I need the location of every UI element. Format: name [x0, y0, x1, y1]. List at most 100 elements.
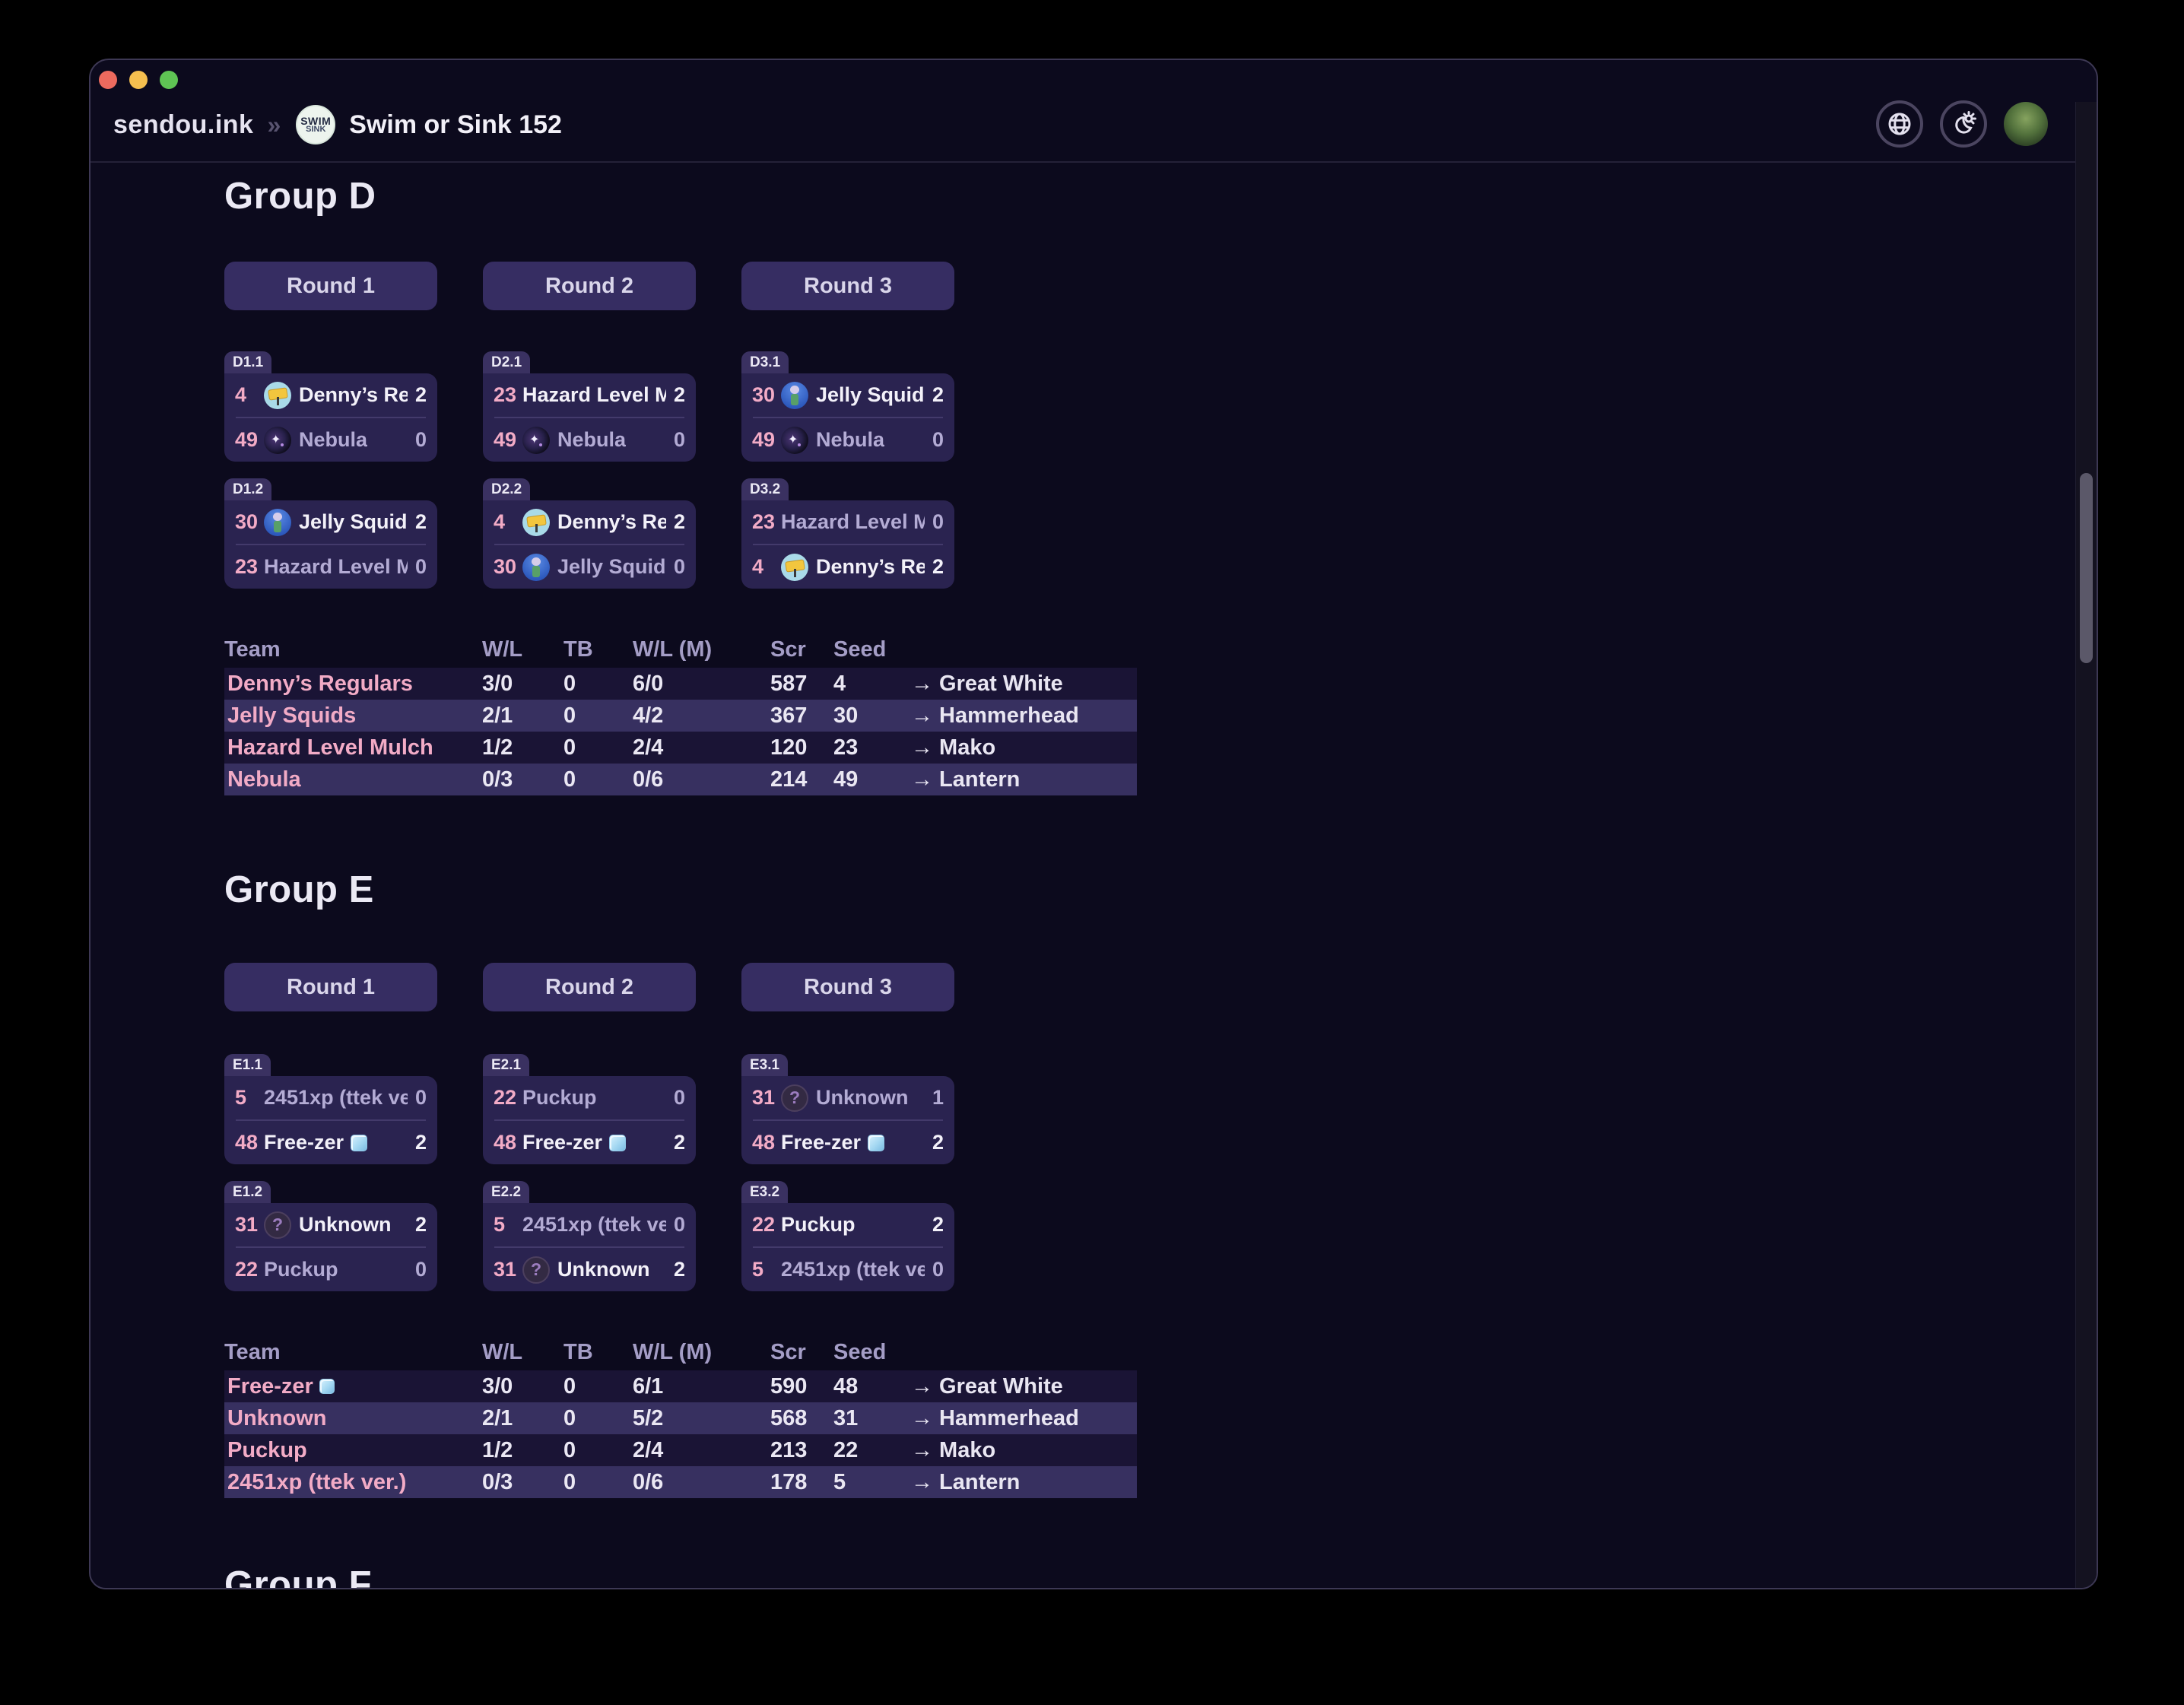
team-avatar [264, 427, 291, 454]
team-score: 2 [408, 1131, 427, 1154]
team-score: 2 [666, 383, 685, 407]
round-1-button[interactable]: Round 1 [224, 963, 437, 1011]
team-name-link[interactable]: Jelly Squids [224, 703, 482, 729]
match-card[interactable]: D1.2 30 Jelly Squids 2 23 Hazard Level M… [224, 478, 437, 589]
match-card[interactable]: D1.1 4 Denny’s Re… 2 49 Nebula 0 [224, 351, 437, 462]
seed-value: 23 [833, 735, 911, 760]
minimize-window-button[interactable] [129, 71, 148, 89]
round-2-button[interactable]: Round 2 [483, 963, 696, 1011]
brand-link[interactable]: sendou.ink [113, 110, 253, 140]
match-team-row: 22 Puckup 2 [741, 1203, 954, 1246]
team-seed: 30 [752, 383, 781, 407]
wlm-value: 0/6 [633, 767, 770, 792]
match-id-tab: E3.2 [741, 1181, 788, 1203]
wlm-value: 2/4 [633, 735, 770, 760]
team-avatar [522, 509, 550, 536]
round-3-button[interactable]: Round 3 [741, 963, 954, 1011]
scrollbar-track[interactable] [2075, 102, 2097, 1588]
team-name: Puckup [522, 1086, 597, 1110]
team-score: 0 [666, 1213, 685, 1237]
user-avatar[interactable] [2004, 102, 2048, 146]
match-card[interactable]: E1.2 31 Unknown 2 22 Puckup 0 [224, 1181, 437, 1291]
table-row: Free-zer 3/0 0 6/1 590 48 → Great White [224, 1370, 1137, 1402]
team-avatar [522, 427, 550, 454]
theme-toggle-button[interactable] [1940, 100, 1987, 148]
language-globe-button[interactable] [1876, 100, 1923, 148]
match-card[interactable]: D3.1 30 Jelly Squids 2 49 Nebula 0 [741, 351, 954, 462]
team-seed: 5 [235, 1086, 264, 1110]
match-card[interactable]: D2.1 23 Hazard Level M… 2 49 Nebula 0 [483, 351, 696, 462]
match-card[interactable]: E3.1 31 Unknown 1 48 Free-zer 2 [741, 1054, 954, 1164]
match-card[interactable]: D3.2 23 Hazard Level M… 0 4 Denny’s Re… … [741, 478, 954, 589]
column-header: TB [563, 637, 633, 662]
match-team-row: 23 Hazard Level M… 0 [741, 500, 954, 544]
standings-header-row: Team W/L TB W/L (M) Scr Seed [224, 1340, 1137, 1363]
team-name-link[interactable]: Unknown [224, 1406, 482, 1431]
scr-value: 213 [770, 1438, 833, 1463]
tb-value: 0 [563, 735, 633, 760]
team-score: 0 [408, 1258, 427, 1281]
match-cards-row: E1.1 5 2451xp (ttek ver.) 0 48 Free-zer … [224, 1054, 1158, 1164]
seed-value: 5 [833, 1470, 911, 1495]
close-window-button[interactable] [99, 71, 117, 89]
match-card[interactable]: D2.2 4 Denny’s Re… 2 30 Jelly Squids 0 [483, 478, 696, 589]
round-1-button[interactable]: Round 1 [224, 262, 437, 310]
team-name: Jelly Squids [299, 510, 408, 534]
match-id-tab: D2.2 [483, 478, 530, 500]
match-card[interactable]: E1.1 5 2451xp (ttek ver.) 0 48 Free-zer … [224, 1054, 437, 1164]
match-id-tab: E2.2 [483, 1181, 529, 1203]
team-score: 0 [925, 428, 944, 452]
team-seed: 5 [494, 1213, 522, 1237]
wl-value: 1/2 [482, 735, 563, 760]
team-seed: 22 [235, 1258, 264, 1281]
round-3-button[interactable]: Round 3 [741, 262, 954, 310]
match-card[interactable]: E2.2 5 2451xp (ttek ver.) 0 31 Unknown 2 [483, 1181, 696, 1291]
match-card[interactable]: E3.2 22 Puckup 2 5 2451xp (ttek ver.) 0 [741, 1181, 954, 1291]
round-2-button[interactable]: Round 2 [483, 262, 696, 310]
team-name-link[interactable]: 2451xp (ttek ver.) [224, 1470, 482, 1495]
standings-table: Team W/L TB W/L (M) Scr Seed Free-zer 3/… [224, 1340, 1137, 1498]
team-name-link[interactable]: Free-zer [224, 1374, 482, 1399]
match-cards-row: E1.2 31 Unknown 2 22 Puckup 0 [224, 1181, 1158, 1291]
wlm-value: 6/0 [633, 672, 770, 697]
group-heading: Group D [224, 178, 1158, 214]
round-button-row: Round 1 Round 2 Round 3 [224, 262, 1158, 310]
scrollbar-thumb[interactable] [2080, 473, 2093, 663]
team-name-link[interactable]: Denny’s Regulars [224, 672, 482, 697]
team-name: Denny’s Re… [557, 510, 666, 534]
wl-value: 0/3 [482, 767, 563, 792]
tournament-logo[interactable]: SWIM SINK [296, 105, 335, 144]
table-row: Jelly Squids 2/1 0 4/2 367 30 → Hammerhe… [224, 700, 1137, 732]
team-score: 0 [408, 428, 427, 452]
team-name: 2451xp (ttek ver.) [264, 1086, 408, 1110]
standings-header-row: Team W/L TB W/L (M) Scr Seed [224, 637, 1137, 660]
team-name: Denny’s Re… [299, 383, 408, 407]
team-name: Nebula [299, 428, 367, 452]
table-row: 2451xp (ttek ver.) 0/3 0 0/6 178 5 → Lan… [224, 1466, 1137, 1498]
zoom-window-button[interactable] [160, 71, 178, 89]
team-name-link[interactable]: Puckup [224, 1438, 482, 1463]
team-name-link[interactable]: Hazard Level Mulch [224, 735, 482, 760]
team-avatar [264, 1211, 291, 1239]
tb-value: 0 [563, 1438, 633, 1463]
team-score: 2 [925, 383, 944, 407]
wl-value: 0/3 [482, 1470, 563, 1495]
wlm-value: 0/6 [633, 1470, 770, 1495]
destination-bracket: → Hammerhead [911, 1406, 1137, 1431]
match-team-row: 5 2451xp (ttek ver.) 0 [224, 1076, 437, 1119]
match-team-row: 23 Hazard Level M… 0 [224, 545, 437, 589]
tournament-title-link[interactable]: Swim or Sink 152 [349, 110, 562, 140]
match-cards-row: D1.1 4 Denny’s Re… 2 49 Nebula 0 [224, 351, 1158, 462]
team-name-link[interactable]: Nebula [224, 767, 482, 792]
match-id-tab: E2.1 [483, 1054, 529, 1076]
ice-cube-icon [351, 1135, 367, 1151]
scr-value: 587 [770, 672, 833, 697]
match-card[interactable]: E2.1 22 Puckup 0 48 Free-zer 2 [483, 1054, 696, 1164]
match-id-tab: D1.1 [224, 351, 271, 373]
team-seed: 23 [494, 383, 522, 407]
seed-value: 22 [833, 1438, 911, 1463]
destination-bracket: → Lantern [911, 767, 1137, 792]
team-seed: 4 [235, 383, 264, 407]
team-name: Nebula [816, 428, 884, 452]
match-team-row: 5 2451xp (ttek ver.) 0 [483, 1203, 696, 1246]
